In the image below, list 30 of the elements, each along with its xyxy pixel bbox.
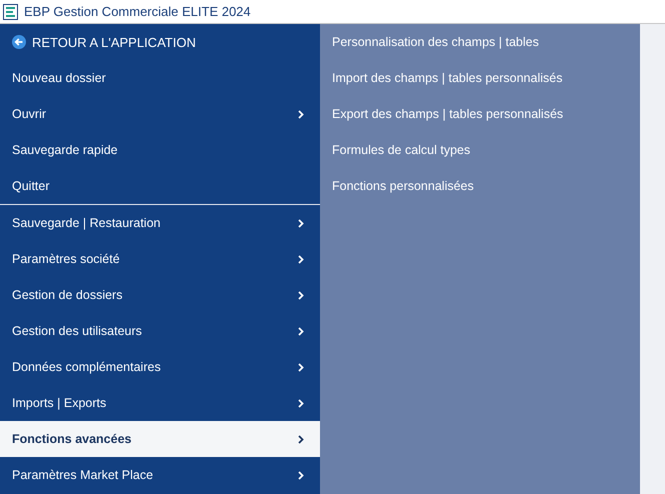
menu-item[interactable]: Imports | Exports xyxy=(0,385,320,421)
back-button[interactable]: RETOUR A L'APPLICATION xyxy=(0,24,320,60)
chevron-icon xyxy=(298,434,304,444)
menu-item[interactable]: Nouveau dossier xyxy=(0,60,320,96)
chevron-icon xyxy=(298,218,304,228)
menu-item[interactable]: Paramètres Market Place xyxy=(0,457,320,493)
menu-item[interactable]: Paramètres société xyxy=(0,241,320,277)
submenu-item[interactable]: Export des champs | tables personnalisés xyxy=(320,96,640,132)
chevron-icon xyxy=(298,398,304,408)
chevron-icon xyxy=(298,326,304,336)
chevron-icon xyxy=(298,362,304,372)
app-logo-icon xyxy=(3,4,18,20)
menu-item[interactable]: Sauvegarde rapide xyxy=(0,132,320,168)
submenu-item[interactable]: Fonctions personnalisées xyxy=(320,168,640,204)
menu-item[interactable]: Données complémentaires xyxy=(0,349,320,385)
chevron-icon xyxy=(298,254,304,264)
menu-item[interactable]: Gestion des utilisateurs xyxy=(0,313,320,349)
menu-item[interactable]: Gestion de dossiers xyxy=(0,277,320,313)
back-arrow-icon xyxy=(12,35,26,49)
submenu-item[interactable]: Personnalisation des champs | tables xyxy=(320,24,640,60)
menu-item[interactable]: Sauvegarde | Restauration xyxy=(0,205,320,241)
menu-item[interactable]: Fonctions avancées xyxy=(0,421,320,457)
chevron-icon xyxy=(298,470,304,480)
window-title: EBP Gestion Commerciale ELITE 2024 xyxy=(24,4,251,19)
menu-item[interactable]: Quitter xyxy=(0,168,320,204)
chevron-icon xyxy=(298,290,304,300)
menu-item[interactable]: Ouvrir xyxy=(0,96,320,132)
submenu-item[interactable]: Import des champs | tables personnalisés xyxy=(320,60,640,96)
chevron-icon xyxy=(298,110,304,118)
submenu-item[interactable]: Formules de calcul types xyxy=(320,132,640,168)
